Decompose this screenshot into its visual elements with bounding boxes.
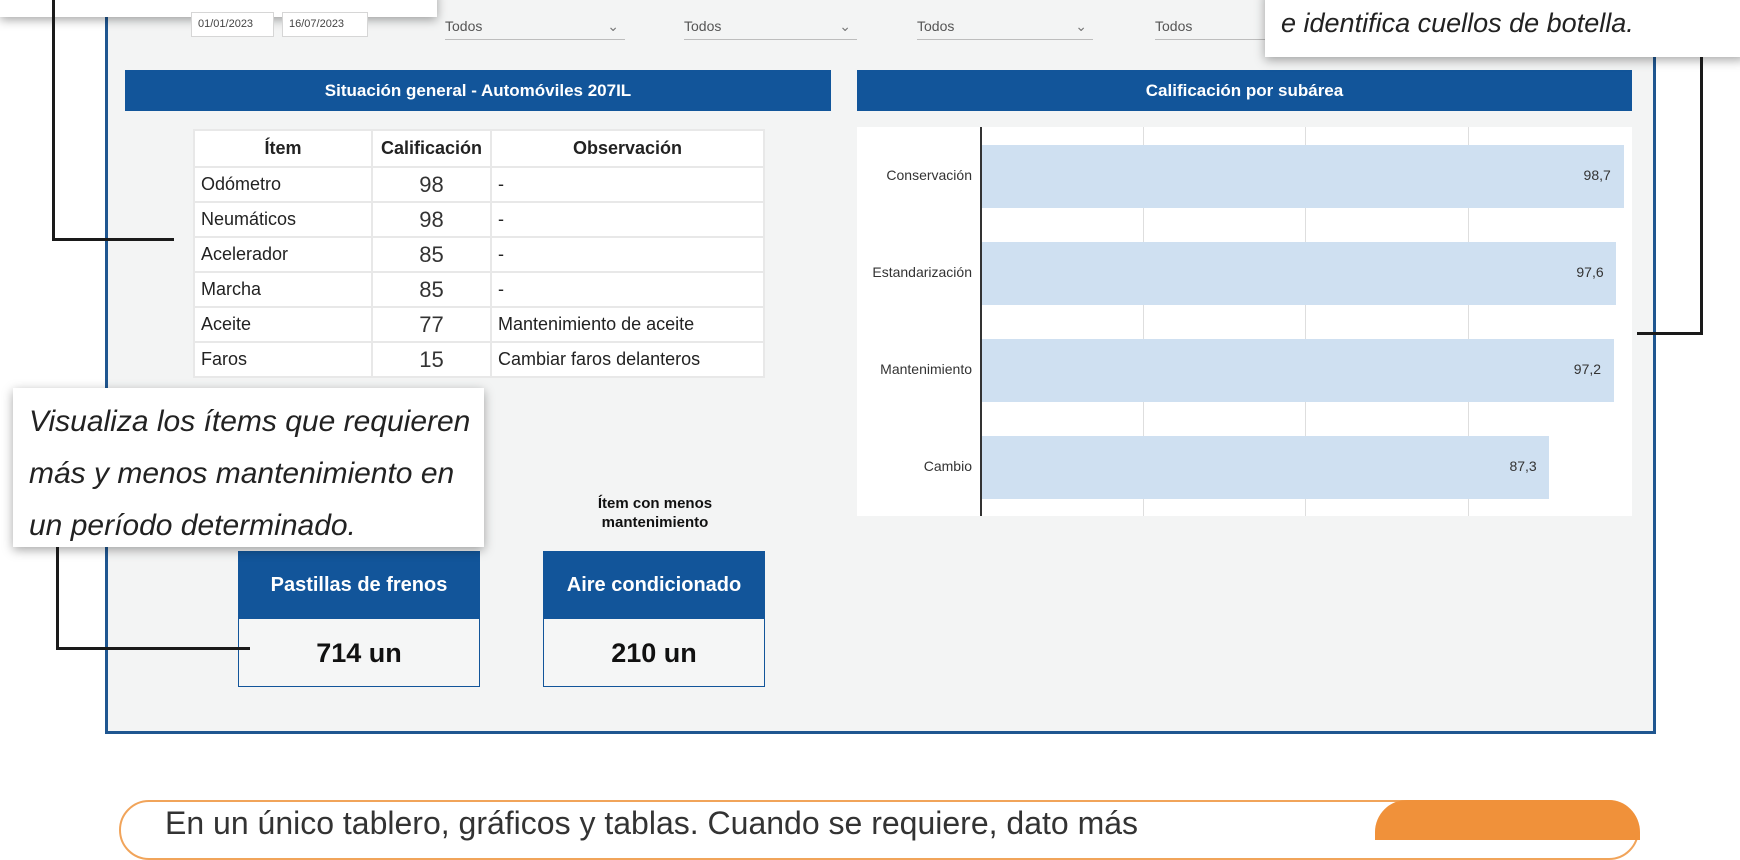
observation-cell: - bbox=[490, 271, 766, 308]
observation-cell: Mantenimiento de aceite bbox=[490, 306, 766, 343]
bar-0[interactable] bbox=[982, 144, 1624, 208]
callout-left-line-1: Visualiza los ítems que requieren bbox=[29, 405, 471, 438]
category-label: Estandarización bbox=[872, 263, 972, 280]
date-start-input[interactable]: 01/01/2023 bbox=[191, 12, 274, 37]
connector-line bbox=[52, 0, 55, 241]
banner-text: En un único tablero, gráficos y tablas. … bbox=[165, 805, 1139, 841]
item-cell: Faros bbox=[193, 341, 373, 378]
filter-dropdown-4[interactable]: Todos bbox=[1155, 12, 1265, 40]
item-cell: Aceite bbox=[193, 306, 373, 343]
table-row: Aceite 77 Mantenimiento de aceite bbox=[193, 306, 766, 343]
score-cell: 98 bbox=[370, 201, 493, 238]
filter-dropdown-1[interactable]: Todos ⌄ bbox=[445, 12, 625, 40]
column-header-item: Ítem bbox=[193, 129, 373, 168]
connector-line bbox=[56, 547, 59, 650]
item-cell: Marcha bbox=[193, 271, 373, 308]
callout-left: Visualiza los ítems que requieren más y … bbox=[13, 388, 484, 547]
score-cell: 85 bbox=[370, 271, 493, 308]
connector-line bbox=[56, 647, 250, 650]
kpi-min-label: Aire condicionado bbox=[543, 551, 765, 619]
chevron-down-icon: ⌄ bbox=[839, 18, 851, 34]
bar-value-label: 98,7 bbox=[1583, 166, 1611, 183]
chevron-down-icon: ⌄ bbox=[1075, 18, 1087, 34]
status-table: Ítem Calificación Observación Odómetro 98… bbox=[193, 129, 766, 378]
item-cell: Odómetro bbox=[193, 166, 373, 203]
filter-dropdown-3-value: Todos bbox=[917, 18, 955, 34]
connector-line bbox=[1700, 57, 1703, 335]
filter-dropdown-3[interactable]: Todos ⌄ bbox=[917, 12, 1093, 40]
date-end-input[interactable]: 16/07/2023 bbox=[282, 12, 368, 37]
observation-cell: Cambiar faros delanteros bbox=[490, 341, 766, 378]
bar-value-label: 97,2 bbox=[1573, 361, 1602, 378]
connector-line bbox=[52, 238, 174, 241]
table-row: Odómetro 98- bbox=[193, 166, 766, 203]
callout-left-line-2: más y menos mantenimiento en bbox=[29, 457, 455, 490]
filter-dropdown-2[interactable]: Todos ⌄ bbox=[684, 12, 857, 40]
kpi-min-value: 210 un bbox=[543, 619, 765, 687]
item-cell: Neumáticos bbox=[193, 201, 373, 238]
observation-cell: - bbox=[490, 166, 766, 203]
score-cell: 85 bbox=[370, 236, 493, 273]
column-header-score: Calificación bbox=[370, 129, 493, 168]
filter-dropdown-1-value: Todos bbox=[445, 18, 483, 34]
observation-cell: - bbox=[490, 236, 766, 273]
chevron-down-icon: ⌄ bbox=[607, 18, 619, 34]
category-label: Conservación bbox=[886, 166, 972, 183]
kpi-caption-min: Ítem con menos mantenimiento bbox=[597, 495, 713, 531]
score-cell: 15 bbox=[370, 341, 493, 378]
callout-left-line-3: un período determinado. bbox=[29, 509, 356, 542]
table-row: Marcha 85- bbox=[193, 271, 766, 308]
banner-button[interactable] bbox=[1375, 800, 1640, 840]
category-label: Mantenimiento bbox=[880, 361, 972, 378]
callout-top-right-text: e identifica cuellos de botella. bbox=[1281, 8, 1634, 38]
bar-1[interactable] bbox=[982, 241, 1617, 305]
kpi-max-label: Pastillas de frenos bbox=[238, 551, 480, 619]
item-cell: Acelerador bbox=[193, 236, 373, 273]
table-row: Acelerador 85- bbox=[193, 236, 766, 273]
right-panel-title: Calificación por subárea bbox=[857, 70, 1632, 111]
table-row: Neumáticos 98- bbox=[193, 201, 766, 238]
filter-dropdown-4-value: Todos bbox=[1155, 18, 1193, 34]
bar-2[interactable] bbox=[982, 339, 1614, 403]
table-row: Faros 15 Cambiar faros delanteros bbox=[193, 341, 766, 378]
filter-dropdown-2-value: Todos bbox=[684, 18, 722, 34]
score-cell: 77 bbox=[370, 306, 493, 343]
bar-value-label: 97,6 bbox=[1576, 263, 1604, 280]
kpi-max-value: 714 un bbox=[238, 619, 480, 687]
column-header-observation: Observación bbox=[490, 129, 766, 168]
callout-top-right: e identifica cuellos de botella. bbox=[1265, 0, 1740, 57]
bar-3[interactable] bbox=[982, 436, 1550, 500]
category-label: Cambio bbox=[923, 458, 972, 475]
bar-value-label: 87,3 bbox=[1509, 458, 1537, 475]
connector-line bbox=[1637, 332, 1703, 335]
table-header-row: Ítem Calificación Observación bbox=[193, 129, 766, 168]
score-cell: 98 bbox=[370, 166, 493, 203]
left-panel-title: Situación general - Automóviles 207IL bbox=[125, 70, 831, 111]
observation-cell: - bbox=[490, 201, 766, 238]
